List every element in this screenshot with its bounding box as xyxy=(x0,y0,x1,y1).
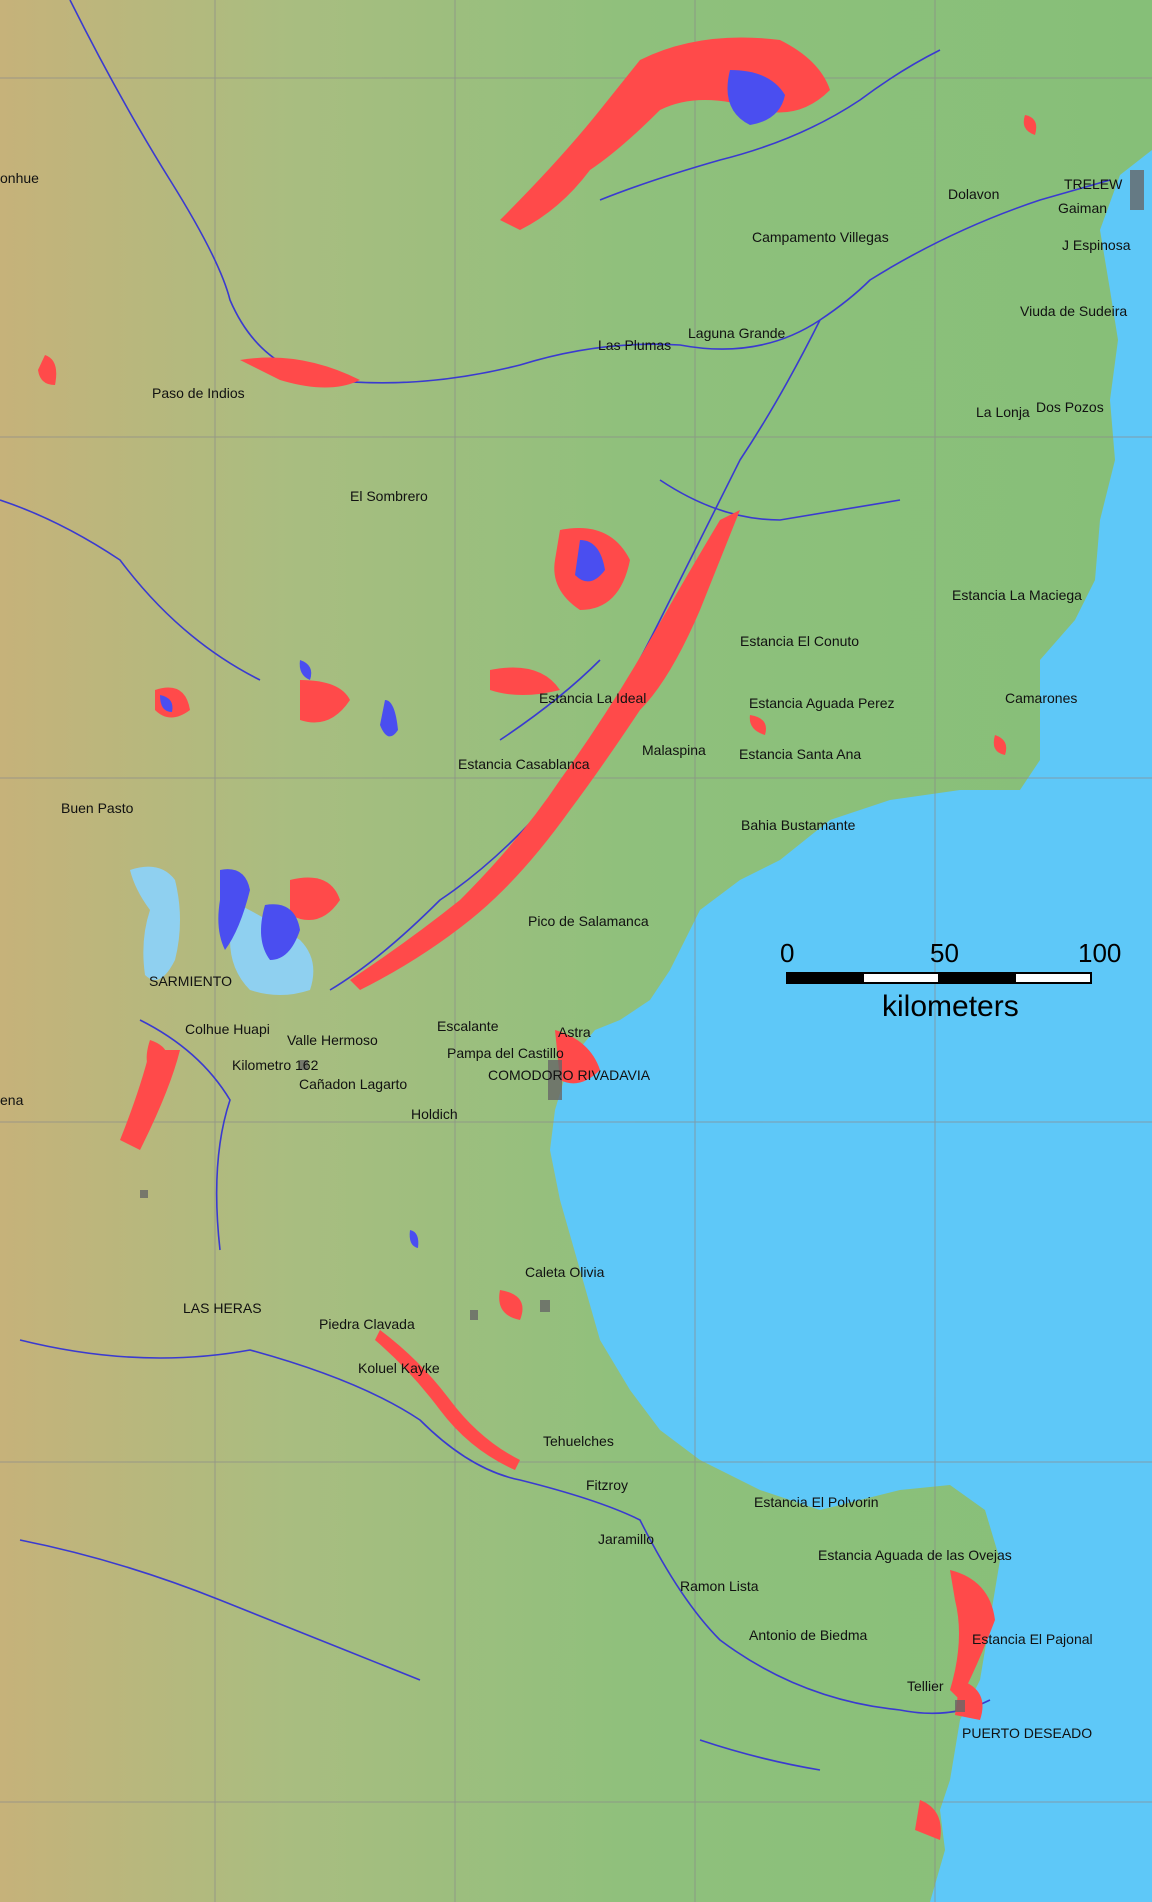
place-label: Buen Pasto xyxy=(61,800,134,816)
place-label: Valle Hermoso xyxy=(287,1032,378,1048)
place-label: Gaiman xyxy=(1058,200,1108,216)
place-label: Estancia Aguada de las Ovejas xyxy=(818,1547,1012,1563)
place-label: Tehuelches xyxy=(543,1433,614,1449)
place-label: Pampa del Castillo xyxy=(447,1045,564,1061)
place-label: Dolavon xyxy=(948,186,1000,202)
place-label: Estancia La Ideal xyxy=(539,690,647,706)
place-label: Jaramillo xyxy=(598,1531,655,1547)
place-label: Estancia El Pajonal xyxy=(972,1631,1093,1647)
place-label: Dos Pozos xyxy=(1036,399,1104,415)
scale-segment xyxy=(1014,972,1092,984)
scale-bar: 0 50 100 kilometers xyxy=(780,938,1121,1023)
place-label: Paso de Indios xyxy=(152,385,245,401)
place-label: PUERTO DESEADO xyxy=(962,1725,1093,1741)
place-label: Colhue Huapi xyxy=(185,1021,270,1037)
place-label: Antonio de Biedma xyxy=(749,1627,868,1643)
place-label: La Lonja xyxy=(976,404,1030,420)
scale-tick-label: 50 xyxy=(930,938,959,968)
place-label: Estancia Casablanca xyxy=(458,756,590,772)
place-label: Estancia La Maciega xyxy=(952,587,1082,603)
place-label: Cañadon Lagarto xyxy=(299,1076,408,1092)
place-label: Piedra Clavada xyxy=(319,1316,415,1332)
place-label: Holdich xyxy=(411,1106,458,1122)
place-label: Fitzroy xyxy=(586,1477,628,1493)
place-label: Tellier xyxy=(907,1678,944,1694)
place-label: Estancia El Conuto xyxy=(740,633,860,649)
place-label: Koluel Kayke xyxy=(358,1360,440,1376)
place-label: onhue xyxy=(0,170,39,186)
place-label: Las Plumas xyxy=(598,337,672,353)
place-label: TRELEW xyxy=(1064,176,1123,192)
place-label: SARMIENTO xyxy=(149,973,232,989)
place-label: Laguna Grande xyxy=(688,325,786,341)
place-label: Malaspina xyxy=(642,742,706,758)
place-label: Estancia Santa Ana xyxy=(739,746,862,762)
place-label: Ramon Lista xyxy=(680,1578,759,1594)
place-label: Bahia Bustamante xyxy=(741,817,856,833)
place-label: Estancia Aguada Perez xyxy=(749,695,895,711)
place-label: ena xyxy=(0,1092,24,1108)
place-label: Campamento Villegas xyxy=(752,229,889,245)
scale-segment xyxy=(786,972,864,984)
place-label: COMODORO RIVADAVIA xyxy=(488,1067,651,1083)
place-label: Kilometro 162 xyxy=(232,1057,319,1073)
place-label: J Espinosa xyxy=(1062,237,1131,253)
scale-segment xyxy=(862,972,940,984)
place-label: Caleta Olivia xyxy=(525,1264,605,1280)
place-label: Estancia El Polvorin xyxy=(754,1494,879,1510)
scale-tick-label: 0 xyxy=(780,938,795,968)
place-label: Pico de Salamanca xyxy=(528,913,649,929)
place-label: LAS HERAS xyxy=(183,1300,262,1316)
scale-segment xyxy=(938,972,1016,984)
place-label: Viuda de Sudeira xyxy=(1020,303,1128,319)
place-label: El Sombrero xyxy=(350,488,428,504)
place-label: Escalante xyxy=(437,1018,499,1034)
place-label: Camarones xyxy=(1005,690,1078,706)
scale-unit-label: kilometers xyxy=(882,990,1019,1023)
place-label: Astra xyxy=(558,1024,591,1040)
scale-tick-label: 100 xyxy=(1078,938,1122,968)
